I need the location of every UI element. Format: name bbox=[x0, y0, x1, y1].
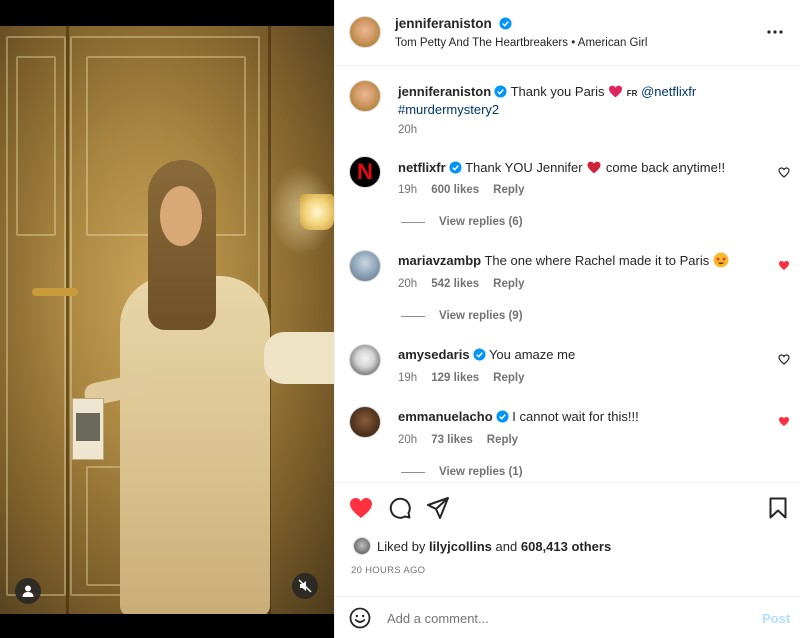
post-header: jenniferaniston Tom Petty And The Heartb… bbox=[335, 0, 800, 66]
caption-text: Thank you Paris bbox=[510, 84, 605, 99]
comment-username[interactable]: amysedaris bbox=[398, 347, 470, 362]
view-replies-button[interactable]: View replies (6) bbox=[401, 216, 523, 228]
red-heart-emoji-icon bbox=[587, 161, 601, 174]
reply-button[interactable]: Reply bbox=[487, 434, 518, 446]
comment-likes[interactable]: 600 likes bbox=[431, 184, 479, 196]
avatar[interactable] bbox=[349, 344, 381, 376]
comment-text: emmanuelacho I cannot wait for this!!! bbox=[398, 408, 639, 426]
post-comment-button[interactable]: Post bbox=[762, 611, 790, 626]
flag-text: FR bbox=[626, 89, 638, 98]
caption-line-1: jenniferaniston Thank you Paris FR @netf… bbox=[398, 83, 696, 103]
verified-badge-icon bbox=[449, 161, 462, 174]
second-person-sleeve bbox=[264, 332, 334, 384]
heart-filled-icon[interactable] bbox=[778, 260, 790, 271]
header-username-row: jenniferaniston bbox=[395, 16, 512, 31]
audio-track[interactable]: Tom Petty And The Heartbreakers • Americ… bbox=[395, 37, 647, 49]
door-gap bbox=[66, 26, 69, 614]
mute-button[interactable] bbox=[292, 573, 318, 599]
star-struck-emoji-icon bbox=[713, 252, 729, 268]
red-heart-emoji-icon bbox=[609, 85, 623, 98]
caption-mention[interactable]: @netflixfr bbox=[641, 84, 696, 99]
emoji-smile-icon[interactable] bbox=[349, 607, 371, 629]
liked-by-connector: and bbox=[495, 539, 518, 554]
comment-likes[interactable]: 542 likes bbox=[431, 278, 479, 290]
post-media[interactable] bbox=[0, 0, 334, 638]
caption-username[interactable]: jenniferaniston bbox=[398, 84, 491, 99]
comment-time[interactable]: 20h bbox=[398, 278, 417, 290]
comment-time[interactable]: 20h bbox=[398, 434, 417, 446]
comment-meta: 19h 600 likes Reply bbox=[398, 184, 524, 196]
speaker-muted-icon bbox=[298, 579, 312, 593]
door-card bbox=[72, 398, 104, 460]
door-panel bbox=[16, 56, 56, 236]
heart-outline-icon[interactable] bbox=[778, 167, 790, 178]
liked-by-others[interactable]: 608,413 others bbox=[521, 539, 611, 554]
heart-filled-icon[interactable] bbox=[778, 416, 790, 427]
reply-button[interactable]: Reply bbox=[493, 372, 524, 384]
comment-text: mariavzambp The one where Rachel made it… bbox=[398, 252, 729, 270]
caption-hashtag[interactable]: #murdermystery2 bbox=[398, 101, 499, 119]
comment-meta: 19h 129 likes Reply bbox=[398, 372, 524, 384]
view-replies-button[interactable]: View replies (9) bbox=[401, 310, 523, 322]
add-comment-bar: Post bbox=[335, 596, 800, 638]
door-handle bbox=[32, 288, 78, 296]
like-heart-filled-icon[interactable] bbox=[349, 497, 373, 519]
verified-badge-icon bbox=[473, 348, 486, 361]
person-face bbox=[160, 186, 202, 246]
avatar[interactable] bbox=[349, 250, 381, 282]
save-bookmark-icon[interactable] bbox=[769, 497, 787, 519]
header-username[interactable]: jenniferaniston bbox=[395, 16, 492, 31]
comment-likes[interactable]: 129 likes bbox=[431, 372, 479, 384]
comment-time[interactable]: 19h bbox=[398, 372, 417, 384]
tagged-users-button[interactable] bbox=[15, 578, 41, 604]
post-sidebar: jenniferaniston Tom Petty And The Heartb… bbox=[334, 0, 800, 638]
reply-button[interactable]: Reply bbox=[493, 184, 524, 196]
more-horizontal-icon[interactable] bbox=[767, 30, 783, 34]
liked-by-user[interactable]: lilyjcollins bbox=[429, 539, 492, 554]
reply-button[interactable]: Reply bbox=[493, 278, 524, 290]
share-send-icon[interactable] bbox=[427, 497, 449, 519]
view-replies-button[interactable]: View replies (1) bbox=[401, 466, 523, 478]
avatar[interactable] bbox=[349, 80, 381, 112]
comment-text: netflixfr Thank YOU Jennifer come back a… bbox=[398, 159, 725, 177]
liked-by-row: Liked by lilyjcollins and 608,413 others bbox=[377, 539, 611, 554]
verified-badge-icon bbox=[494, 85, 507, 98]
heart-outline-icon[interactable] bbox=[778, 354, 790, 365]
comment-text: amysedaris You amaze me bbox=[398, 346, 575, 364]
comment-likes[interactable]: 73 likes bbox=[431, 434, 473, 446]
comment-body: I cannot wait for this!!! bbox=[512, 409, 639, 424]
verified-badge-icon bbox=[496, 410, 509, 423]
card-image bbox=[76, 413, 100, 441]
comment-meta: 20h 73 likes Reply bbox=[398, 434, 518, 446]
comment-username[interactable]: netflixfr bbox=[398, 160, 446, 175]
comment-icon[interactable] bbox=[389, 497, 411, 519]
verified-badge-icon bbox=[498, 17, 512, 30]
add-comment-input[interactable] bbox=[387, 607, 727, 629]
video-frame[interactable] bbox=[0, 26, 334, 614]
avatar[interactable]: N bbox=[349, 156, 381, 188]
post-timestamp[interactable]: 20 HOURS AGO bbox=[351, 565, 425, 576]
avatar[interactable] bbox=[353, 537, 371, 555]
comment-meta: 20h 542 likes Reply bbox=[398, 278, 524, 290]
comment-time[interactable]: 19h bbox=[398, 184, 417, 196]
netflix-logo-icon: N bbox=[357, 159, 373, 184]
comment-body: Thank YOU Jennifer bbox=[465, 160, 583, 175]
comment-body: You amaze me bbox=[488, 347, 576, 362]
wall-lamp bbox=[300, 194, 334, 230]
avatar[interactable] bbox=[349, 406, 381, 438]
comment-body: The one where Rachel made it to Paris bbox=[484, 253, 710, 268]
comment-username[interactable]: emmanuelacho bbox=[398, 409, 493, 424]
caption-time[interactable]: 20h bbox=[398, 124, 417, 136]
liked-by-prefix: Liked by bbox=[377, 539, 426, 554]
user-icon bbox=[22, 585, 34, 597]
avatar[interactable] bbox=[349, 16, 381, 48]
comment-body-end: come back anytime!! bbox=[605, 160, 726, 175]
comment-username[interactable]: mariavzambp bbox=[398, 253, 481, 268]
